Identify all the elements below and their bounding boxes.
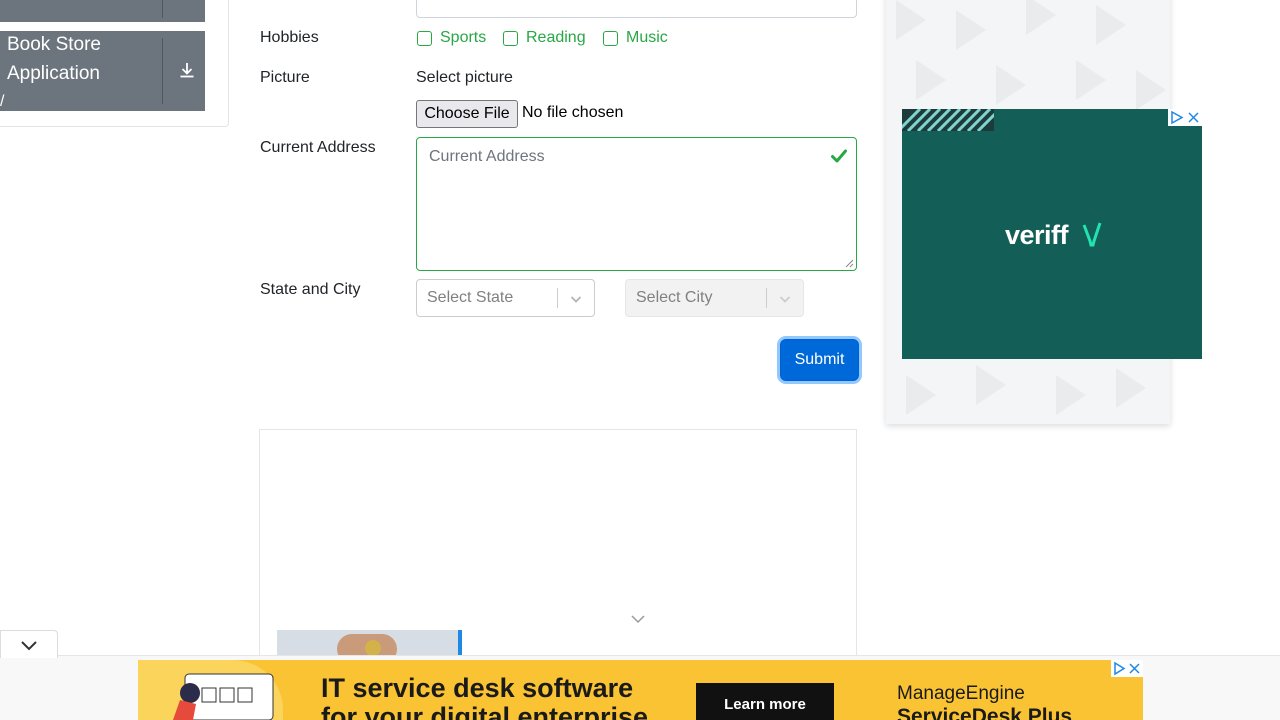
hobbies-sports-checkbox[interactable]: [417, 31, 432, 46]
hobbies-reading-checkbox[interactable]: [503, 31, 518, 46]
ad-illustration: [138, 660, 283, 720]
collapse-ad-tab[interactable]: [0, 630, 58, 658]
ad-choices-icon[interactable]: [1111, 660, 1143, 677]
select-city-dropdown[interactable]: Select City: [625, 279, 804, 317]
sidebar-item-divider: [162, 0, 163, 18]
chevron-down-icon[interactable]: [20, 639, 38, 651]
ad-choices-icon[interactable]: [1168, 109, 1202, 126]
ad-choices-badge[interactable]: [1168, 109, 1202, 126]
picture-label: Picture: [260, 69, 310, 86]
sidebar-item-previous[interactable]: [0, 0, 205, 22]
choose-file-button[interactable]: Choose File: [416, 100, 518, 128]
chevron-down-icon[interactable]: [567, 290, 585, 308]
chevron-down-icon[interactable]: [776, 290, 794, 308]
ad-product-name: ServiceDesk Plus: [897, 705, 1073, 720]
sidebar-item-lead-glyph: /: [0, 93, 5, 107]
veriff-logo-text: veriff: [1005, 220, 1069, 250]
resize-handle-icon[interactable]: [845, 259, 854, 268]
hobbies-label: Hobbies: [260, 29, 319, 46]
ad-headline-line-1: IT service desk software: [321, 673, 634, 703]
email-field[interactable]: [416, 0, 857, 18]
valid-check-icon: [831, 149, 847, 163]
ad-headline: IT service desk software for your digita…: [321, 674, 648, 720]
select-state-placeholder: Select State: [427, 289, 514, 306]
file-status-text: No file chosen: [522, 104, 624, 121]
select-city-separator: [766, 288, 767, 308]
ad-illustration-graphic: [173, 673, 274, 720]
ad-brand-name: ManageEngine: [897, 683, 1025, 704]
state-and-city-label: State and City: [260, 281, 361, 298]
sidebar-item-divider: [162, 38, 163, 104]
select-picture-text: Select picture: [416, 69, 513, 86]
veriff-ad[interactable]: veriff: [902, 109, 1202, 359]
select-city-placeholder: Select City: [636, 289, 713, 306]
learn-more-button[interactable]: Learn more: [696, 683, 834, 720]
select-state-dropdown[interactable]: Select State: [416, 279, 595, 317]
ad-image-coin: [365, 640, 381, 656]
current-address-placeholder: Current Address: [429, 148, 545, 165]
current-address-label: Current Address: [260, 139, 376, 156]
sidebar-item-label: Book Store Application: [7, 34, 101, 84]
ad-stripes-graphic: [902, 109, 994, 131]
hobbies-reading-label[interactable]: Reading: [526, 29, 586, 47]
hobbies-music-label[interactable]: Music: [626, 29, 668, 47]
bottom-banner-ad[interactable]: IT service desk software for your digita…: [138, 660, 1143, 720]
veriff-logo-mark-icon: [1082, 222, 1102, 247]
select-state-separator: [557, 288, 558, 308]
submit-button[interactable]: Submit: [780, 339, 859, 381]
ad-choices-badge[interactable]: [1111, 660, 1143, 677]
hobbies-music-checkbox[interactable]: [603, 31, 618, 46]
download-icon[interactable]: [178, 61, 196, 79]
sidebar-item-book-store-application[interactable]: / Book Store Application: [0, 31, 205, 111]
ad-headline-line-2: for your digital enterprise: [321, 702, 649, 720]
chevron-down-icon[interactable]: [629, 613, 647, 625]
current-address-textarea[interactable]: Current Address: [416, 137, 857, 271]
hobbies-sports-label[interactable]: Sports: [440, 29, 486, 47]
